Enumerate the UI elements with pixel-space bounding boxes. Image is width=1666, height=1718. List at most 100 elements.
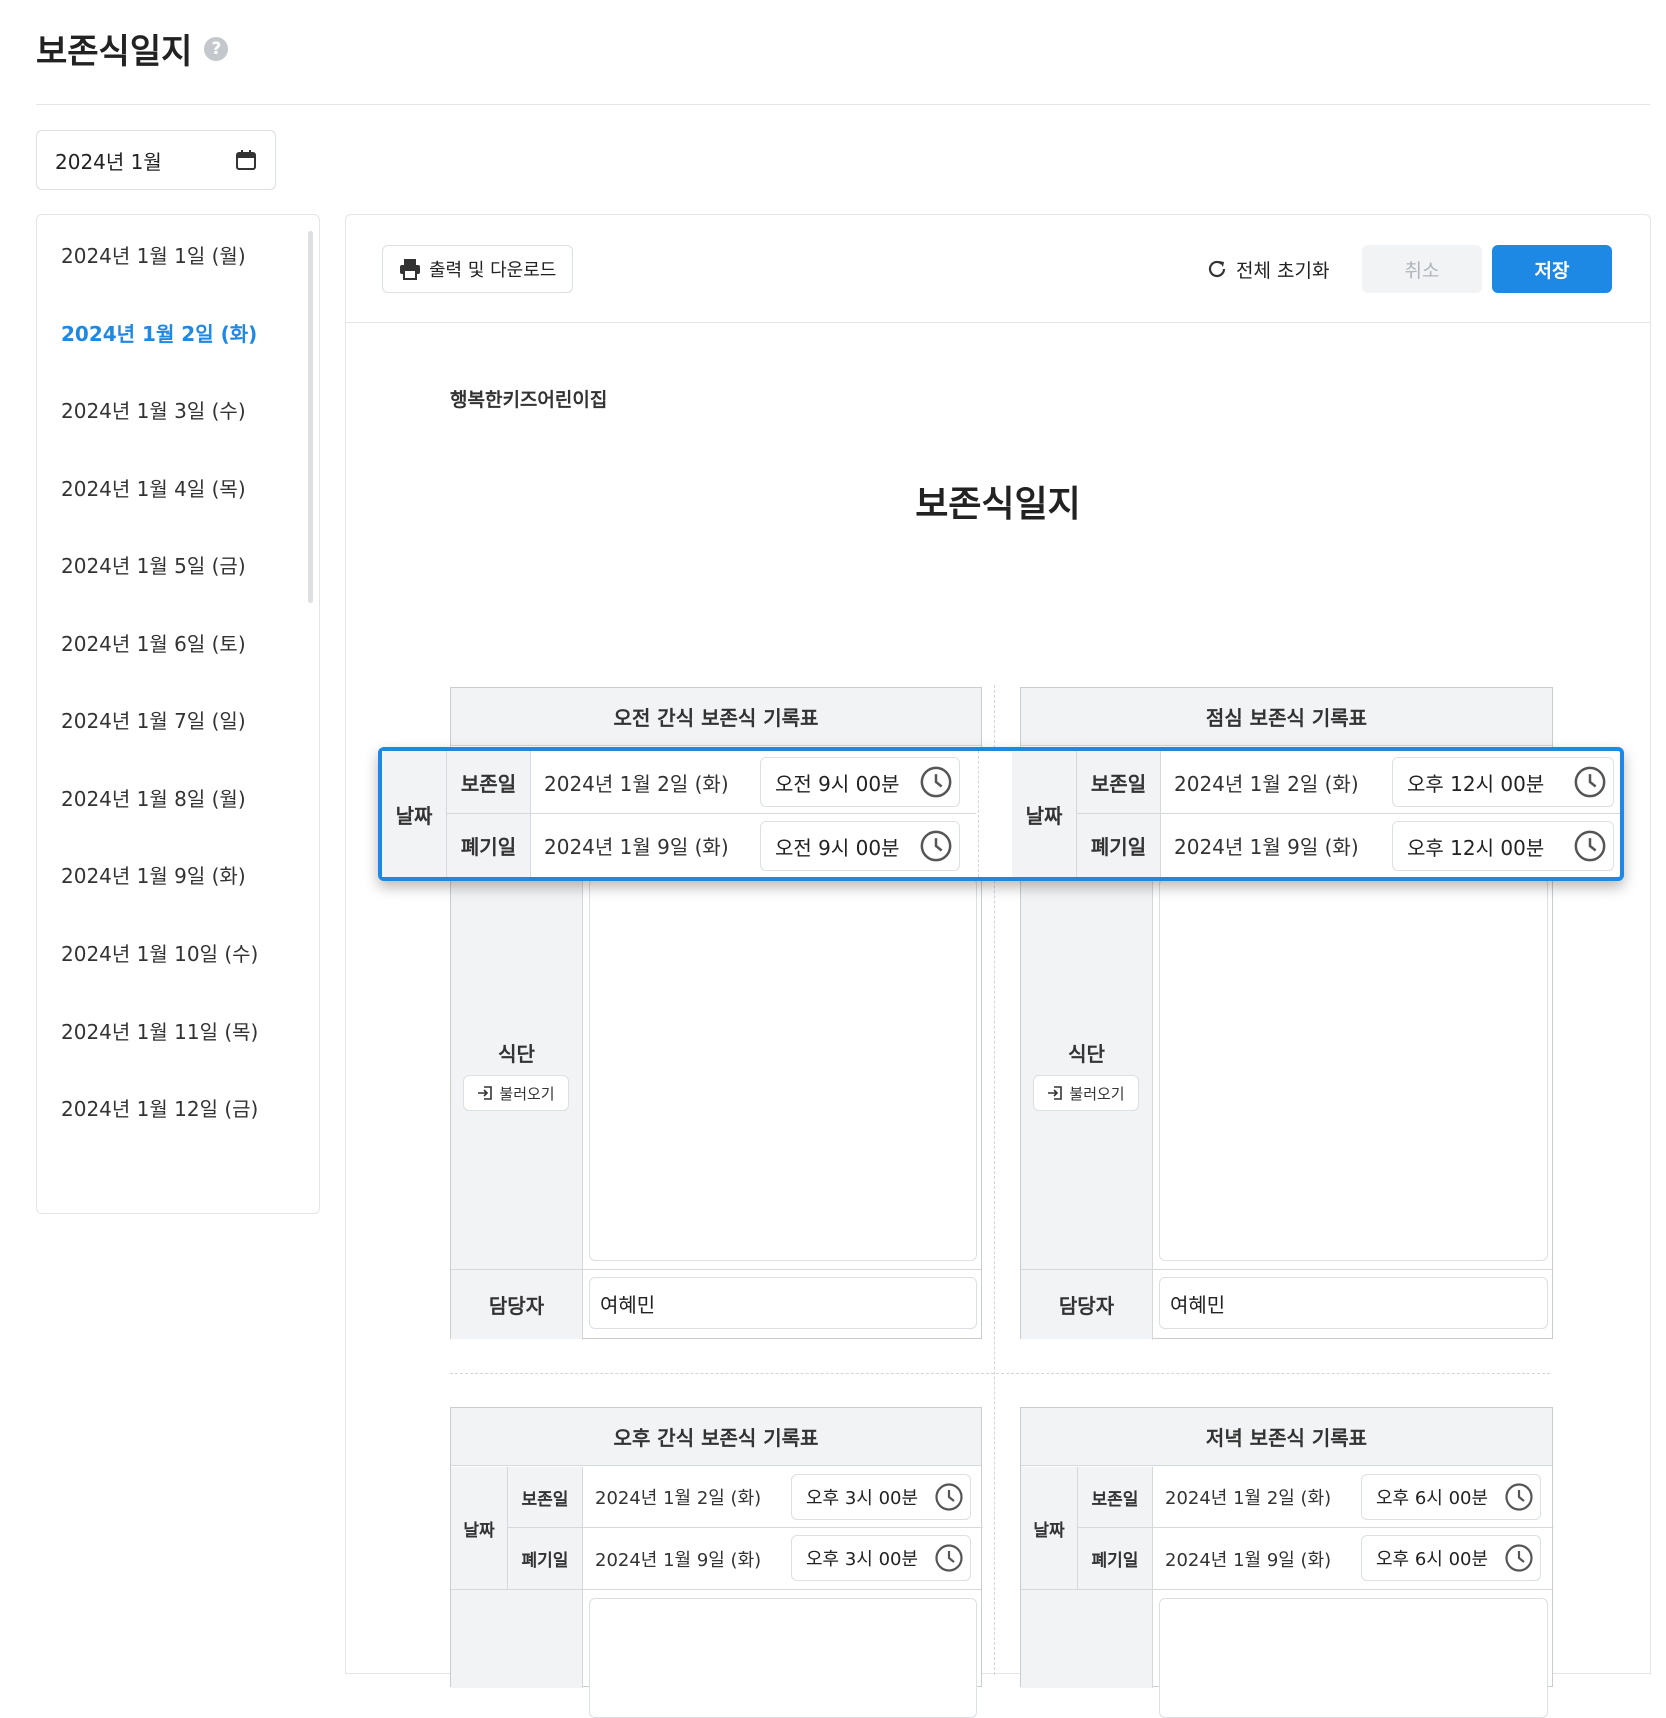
clock-icon [1574, 830, 1606, 862]
date-label: 날짜 [382, 751, 446, 877]
load-label: 불러오기 [1069, 1084, 1125, 1103]
keep-date-value: 2024년 1월 2일 (화) [1165, 1488, 1332, 1509]
manager-input[interactable]: 여혜민 [1159, 1277, 1548, 1329]
date-list-item-active[interactable]: 2024년 1월 2일 (화) [61, 314, 257, 354]
discard-time-picker[interactable]: 오후 6시 00분 [1361, 1535, 1541, 1581]
clock-icon [1505, 1544, 1533, 1572]
date-label: 날짜 [1012, 751, 1076, 877]
date-list-item[interactable]: 2024년 1월 5일 (금) [61, 546, 246, 586]
menu-label-cell: 식단 [451, 876, 582, 1269]
keep-time-picker[interactable]: 오후 6시 00분 [1361, 1474, 1541, 1520]
menu-textarea[interactable] [589, 1598, 977, 1718]
highlight-center-divider [978, 751, 979, 877]
date-list-item[interactable]: 2024년 1월 9일 (화) [61, 856, 246, 896]
card-title: 오후 간식 보존식 기록표 [451, 1408, 981, 1466]
manager-input[interactable]: 여혜민 [589, 1277, 977, 1329]
date-list-item[interactable]: 2024년 1월 6일 (토) [61, 624, 246, 664]
column-divider [1152, 1467, 1153, 1688]
discard-time-picker[interactable]: 오후 3시 00분 [791, 1535, 971, 1581]
load-menu-button[interactable]: 불러오기 [463, 1075, 569, 1111]
keep-time-picker[interactable]: 오전 9시 00분 [760, 757, 960, 807]
reset-all-button[interactable]: 전체 초기화 [1206, 245, 1329, 293]
date-list-item[interactable]: 2024년 1월 12일 (금) [61, 1089, 258, 1129]
print-download-button[interactable]: 출력 및 다운로드 [382, 245, 574, 293]
highlighted-date-rows: 날짜 보존일 폐기일 2024년 1월 2일 (화) 2024년 1월 9일 (… [378, 747, 1624, 881]
cancel-button[interactable]: 취소 [1362, 245, 1482, 293]
keep-time-value: 오후 3시 00분 [806, 1488, 919, 1509]
print-download-label: 출력 및 다운로드 [429, 260, 557, 281]
date-list-item[interactable]: 2024년 1월 7일 (일) [61, 701, 246, 741]
menu-textarea[interactable] [1159, 1598, 1548, 1718]
column-divider [1160, 751, 1161, 877]
page-title-text: 보존식일지 [36, 32, 193, 72]
column-divider [582, 876, 583, 1340]
discard-time-value: 오후 12시 00분 [1407, 835, 1545, 860]
clock-icon [1574, 766, 1606, 798]
card-title: 오전 간식 보존식 기록표 [451, 688, 981, 746]
import-icon [478, 1086, 493, 1100]
date-list-item[interactable]: 2024년 1월 11일 (목) [61, 1012, 258, 1052]
keep-date-value: 2024년 1월 2일 (화) [595, 1488, 762, 1509]
record-card-dinner: 저녁 보존식 기록표 날짜 보존일 폐기일 2024년 1월 2일 (화) 20… [1020, 1407, 1554, 1718]
save-button[interactable]: 저장 [1492, 245, 1612, 293]
date-list-item[interactable]: 2024년 1월 10일 (수) [61, 934, 258, 974]
help-icon[interactable]: ? [204, 36, 229, 61]
title-divider [36, 104, 1650, 105]
month-picker[interactable]: 2024년 1월 [36, 130, 276, 190]
keep-time-picker[interactable]: 오후 12시 00분 [1392, 757, 1614, 807]
card-title: 점심 보존식 기록표 [1021, 688, 1552, 746]
date-list-item[interactable]: 2024년 1월 3일 (수) [61, 391, 246, 431]
keep-date-label: 보존일 [1078, 1467, 1152, 1527]
reset-all-label: 전체 초기화 [1236, 259, 1330, 282]
month-picker-value: 2024년 1월 [55, 149, 162, 174]
discard-time-value: 오후 6시 00분 [1376, 1549, 1489, 1570]
calendar-icon[interactable] [235, 149, 257, 171]
toolbar: 출력 및 다운로드 전체 초기화 취소 저장 [346, 215, 1650, 323]
menu-label: 식단 [1068, 1042, 1105, 1066]
manager-label: 담당자 [1021, 1270, 1152, 1339]
refresh-icon [1208, 260, 1226, 278]
discard-date-value: 2024년 1월 9일 (화) [1174, 835, 1359, 859]
date-list-item[interactable]: 2024년 1월 1일 (월) [61, 236, 246, 276]
organization-name: 행복한키즈어린이집 [450, 389, 608, 411]
discard-date-label: 폐기일 [508, 1528, 582, 1589]
clock-icon [935, 1544, 963, 1572]
menu-textarea[interactable] [1159, 878, 1548, 1261]
keep-time-value: 오전 9시 00분 [775, 771, 900, 796]
date-label: 날짜 [1021, 1467, 1077, 1589]
keep-date-label: 보존일 [508, 1467, 582, 1527]
date-list: 2024년 1월 1일 (월) 2024년 1월 2일 (화) 2024년 1월… [36, 214, 320, 1214]
discard-time-picker[interactable]: 오후 12시 00분 [1392, 821, 1614, 871]
column-divider [530, 751, 531, 877]
keep-date-label: 보존일 [1077, 751, 1160, 813]
clock-icon [1505, 1483, 1533, 1511]
date-list-item[interactable]: 2024년 1월 4일 (목) [61, 469, 246, 509]
discard-date-label: 폐기일 [447, 814, 530, 877]
menu-label-cell [1021, 1590, 1152, 1688]
import-icon [1048, 1086, 1063, 1100]
keep-date-value: 2024년 1월 2일 (화) [544, 771, 729, 796]
record-card-afternoon-snack: 오후 간식 보존식 기록표 날짜 보존일 폐기일 2024년 1월 2일 (화)… [450, 1407, 983, 1718]
date-list-scrollbar[interactable] [308, 231, 313, 603]
keep-time-picker[interactable]: 오후 3시 00분 [791, 1474, 971, 1520]
clock-icon [935, 1483, 963, 1511]
discard-time-value: 오후 3시 00분 [806, 1549, 919, 1570]
discard-time-picker[interactable]: 오전 9시 00분 [760, 821, 960, 871]
column-divider [1077, 1467, 1078, 1589]
keep-date-value: 2024년 1월 2일 (화) [1174, 771, 1359, 796]
menu-label: 식단 [498, 1042, 535, 1066]
keep-time-value: 오후 6시 00분 [1376, 1488, 1489, 1509]
discard-date-value: 2024년 1월 9일 (화) [544, 835, 729, 859]
card-title: 저녁 보존식 기록표 [1021, 1408, 1552, 1466]
discard-time-value: 오전 9시 00분 [775, 835, 900, 860]
column-divider [1152, 876, 1153, 1340]
load-menu-button[interactable]: 불러오기 [1033, 1075, 1139, 1111]
column-divider [582, 1467, 583, 1688]
load-label: 불러오기 [499, 1084, 555, 1103]
keep-date-label: 보존일 [447, 751, 530, 813]
clock-icon [920, 830, 952, 862]
date-list-item[interactable]: 2024년 1월 8일 (월) [61, 779, 246, 819]
menu-label-cell [451, 1590, 582, 1688]
menu-textarea[interactable] [589, 878, 977, 1261]
keep-time-value: 오후 12시 00분 [1407, 771, 1545, 796]
